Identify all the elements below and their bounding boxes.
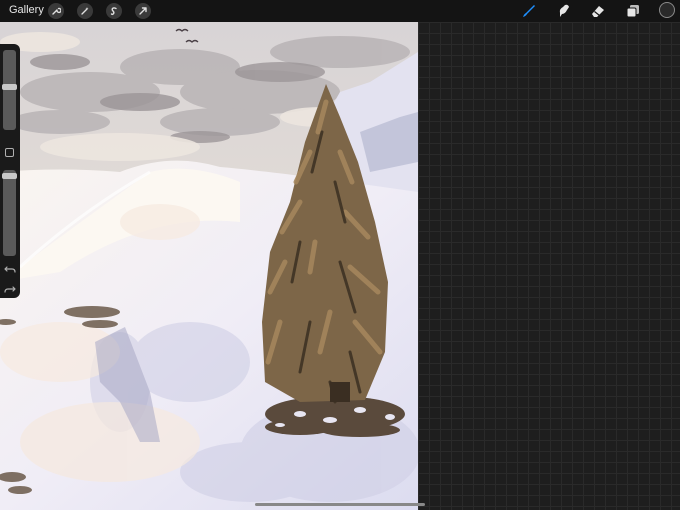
top-toolbar: Gallery — [0, 0, 680, 22]
smudge-icon[interactable] — [555, 2, 573, 20]
opacity-slider[interactable] — [2, 170, 17, 256]
magic-wand-icon[interactable] — [77, 3, 93, 19]
painting-artwork — [0, 22, 418, 510]
canvas-background-grid — [418, 22, 680, 510]
transform-arrow-icon[interactable] — [135, 3, 151, 19]
selection-icon[interactable] — [106, 3, 122, 19]
undo-icon[interactable] — [3, 262, 17, 276]
color-well[interactable] — [659, 2, 675, 18]
gallery-button[interactable]: Gallery — [9, 4, 44, 16]
modify-square-icon[interactable] — [5, 148, 14, 157]
redo-icon[interactable] — [3, 282, 17, 296]
home-indicator[interactable] — [255, 503, 425, 506]
painting-canvas[interactable] — [0, 22, 418, 510]
brush-size-slider[interactable] — [2, 50, 17, 130]
brush-size-thumb[interactable] — [2, 84, 17, 90]
opacity-thumb[interactable] — [2, 173, 17, 179]
wrench-icon[interactable] — [48, 3, 64, 19]
brush-icon[interactable] — [520, 2, 538, 20]
eraser-icon[interactable] — [589, 2, 607, 20]
brush-sidebar — [0, 44, 20, 298]
layers-icon[interactable] — [624, 2, 642, 20]
